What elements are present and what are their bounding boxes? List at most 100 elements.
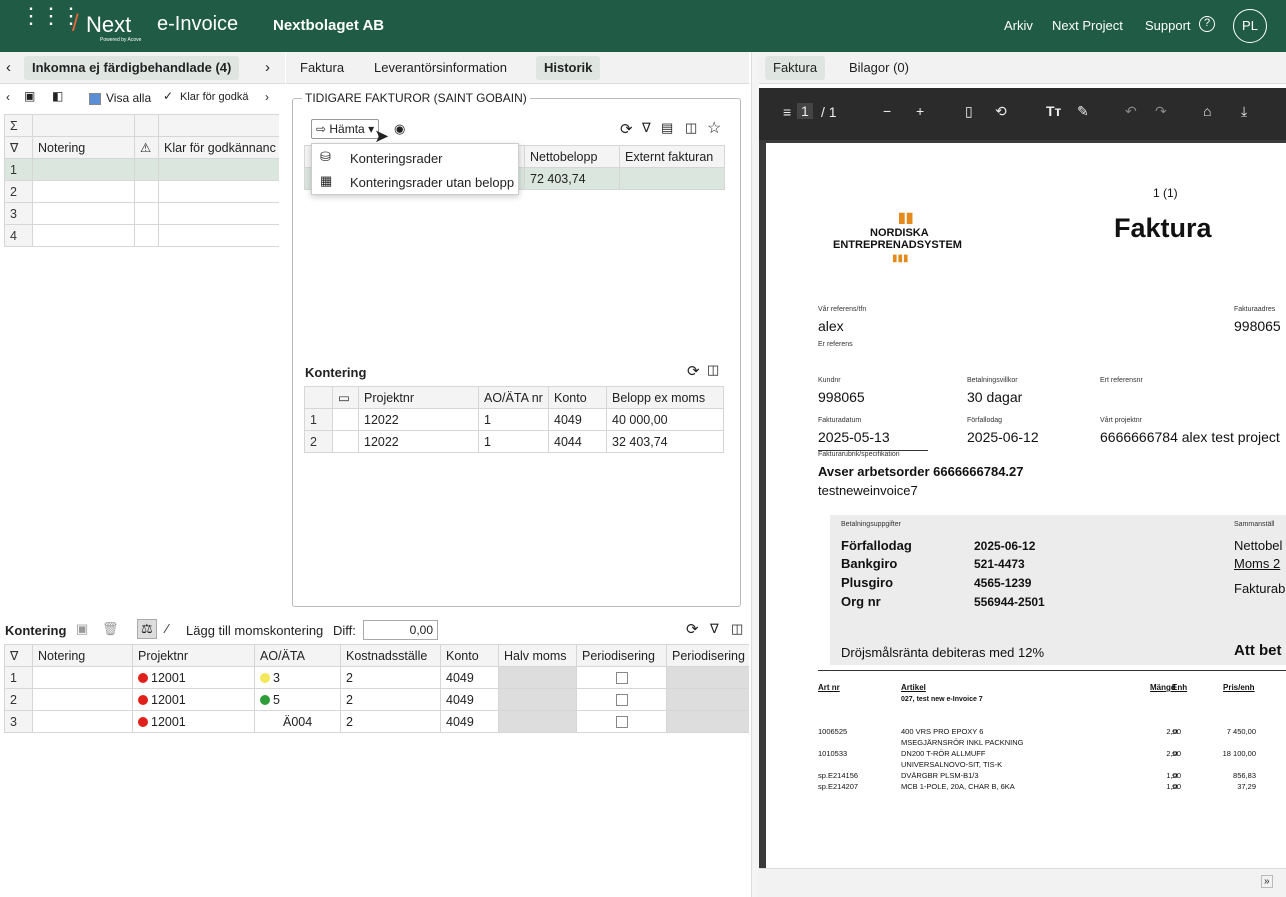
refresh-icon[interactable]: ⟳: [620, 120, 633, 138]
redo-icon[interactable]: ↷: [1155, 103, 1167, 120]
col-konto[interactable]: Konto: [548, 386, 607, 409]
discard-icon[interactable]: ◧: [52, 89, 63, 103]
save-icon[interactable]: ▣: [76, 621, 88, 637]
tab-inkomna[interactable]: Inkomna ej färdigbehandlade (4): [24, 56, 240, 80]
chevron-left-icon[interactable]: ‹: [6, 59, 11, 76]
label: Kundnr: [818, 377, 841, 384]
table-row[interactable]: 1 12001 3 2 4049: [4, 666, 749, 689]
tab-historik[interactable]: Historik: [536, 56, 601, 80]
pay-label: Bankgiro: [841, 556, 898, 571]
klar-label[interactable]: Klar för godkä: [180, 91, 248, 103]
save-icon[interactable]: ▣: [24, 89, 35, 103]
col-ao[interactable]: AO/ÄTA: [254, 644, 341, 667]
left-toolbar: ‹ ▣ ◧ Visa alla ✓ Klar för godkä ›: [0, 86, 285, 112]
menu-icon[interactable]: ≡: [783, 104, 791, 120]
magic-wand-icon[interactable]: ⁄: [166, 621, 168, 636]
col-periodisering[interactable]: Periodisering: [576, 644, 667, 667]
hamta-button[interactable]: ⇨ Hämta ▾: [311, 119, 380, 139]
refresh-icon[interactable]: ⟳: [687, 362, 700, 380]
table-row[interactable]: 2: [4, 180, 279, 203]
star-icon[interactable]: ☆: [707, 118, 721, 138]
nav-next-project[interactable]: Next Project: [1052, 18, 1123, 33]
table-row[interactable]: 4: [4, 224, 279, 247]
label: Betalningsvillkor: [967, 377, 1018, 384]
col-projektnr[interactable]: Projektnr: [358, 386, 479, 409]
expand-icon[interactable]: »: [1261, 875, 1273, 888]
table-row[interactable]: 3 12001 Ä004 2 4049: [4, 710, 749, 733]
nav-support[interactable]: Support: [1145, 18, 1191, 33]
draw-icon[interactable]: ✎: [1077, 103, 1089, 120]
periodisering-checkbox[interactable]: [615, 716, 628, 729]
note-icon[interactable]: ▭: [332, 386, 359, 409]
item-subheading: 027, test new e-Invoice 7: [901, 696, 983, 703]
refresh-icon[interactable]: ⟳: [686, 620, 699, 638]
col-ao[interactable]: AO/ÄTA nr: [478, 386, 549, 409]
tab-faktura[interactable]: Faktura: [292, 56, 352, 80]
filter-icon[interactable]: ∇: [4, 136, 33, 159]
value: 6666666784 alex test project: [1100, 429, 1280, 445]
page-input[interactable]: 1: [797, 103, 813, 119]
tab-leverantor[interactable]: Leverantörsinformation: [366, 56, 515, 80]
text-icon[interactable]: Tт: [1046, 103, 1061, 119]
visa-alla-checkbox[interactable]: [89, 91, 101, 105]
chevron-right-icon[interactable]: ›: [265, 59, 270, 76]
zoom-in-icon[interactable]: +: [916, 103, 924, 119]
filter-icon[interactable]: ∇: [642, 120, 651, 136]
check-icon[interactable]: ✓: [163, 89, 173, 103]
col-projektnr[interactable]: Projektnr: [132, 644, 255, 667]
help-icon[interactable]: ?: [1199, 16, 1215, 32]
bottom-kontering-title: Kontering: [5, 623, 67, 638]
menu-item-utan-belopp[interactable]: ▦ Konteringsrader utan belopp: [312, 171, 518, 193]
table-row[interactable]: 3: [4, 202, 279, 225]
undo-icon[interactable]: ↶: [1125, 103, 1137, 120]
col-kostnadsstalle[interactable]: Kostnadsställe: [340, 644, 441, 667]
table-row[interactable]: 2 12001 5 2 4049: [4, 688, 749, 711]
table-row[interactable]: 2 12022 1 4044 32 403,74: [304, 430, 724, 453]
col-halv-moms[interactable]: Halv moms: [498, 644, 577, 667]
col-konto[interactable]: Konto: [440, 644, 499, 667]
highlight-icon[interactable]: ⌂: [1203, 103, 1211, 119]
periodisering-checkbox[interactable]: [615, 672, 628, 685]
brand-name[interactable]: Next: [86, 12, 131, 38]
chevron-right-icon[interactable]: ›: [265, 90, 269, 104]
col-nettobelopp[interactable]: Nettobelopp: [524, 145, 620, 168]
periodisering-checkbox[interactable]: [615, 694, 628, 707]
warning-icon[interactable]: ⚠: [134, 136, 159, 159]
col-notering[interactable]: Notering: [32, 136, 135, 159]
menu-item-konteringsrader[interactable]: ⛁ Konteringsrader: [312, 147, 518, 169]
columns-icon[interactable]: ◫: [731, 621, 743, 637]
avatar[interactable]: PL: [1233, 9, 1267, 43]
invoice-line-cell: sp.E214156: [818, 771, 859, 780]
tab-bilagor[interactable]: Bilagor (0): [841, 56, 917, 80]
excel-icon[interactable]: ▤: [661, 120, 673, 136]
tab-faktura-pdf[interactable]: Faktura: [765, 56, 826, 80]
diff-input[interactable]: 0,00: [363, 620, 438, 640]
download-icon[interactable]: ⤓: [1241, 103, 1247, 120]
filter-icon[interactable]: ∇: [710, 621, 719, 637]
columns-icon[interactable]: ◫: [685, 120, 697, 136]
col-externt[interactable]: Externt fakturan: [619, 145, 725, 168]
add-momskontering-button[interactable]: Lägg till momskontering: [186, 623, 323, 638]
trash-icon[interactable]: 🗑: [102, 621, 119, 637]
visa-alla-label: Visa alla: [106, 91, 152, 105]
pay-value: 521-4473: [974, 557, 1025, 571]
invoice-line-cell: 37,29: [1237, 782, 1256, 791]
filter-icon[interactable]: ∇: [4, 644, 33, 667]
rotate-icon[interactable]: ⟲: [995, 103, 1007, 120]
table-row[interactable]: 1 12022 1 4049 40 000,00: [304, 408, 724, 431]
fit-page-icon[interactable]: ▯: [965, 103, 973, 120]
col-periodisering-2[interactable]: Periodisering: [666, 644, 749, 667]
apps-grid-icon[interactable]: ⋮⋮⋮: [20, 5, 82, 27]
nav-arkiv[interactable]: Arkiv: [1004, 18, 1033, 33]
eye-icon[interactable]: ◉: [394, 121, 405, 137]
zoom-out-icon[interactable]: −: [883, 103, 891, 119]
col-belopp[interactable]: Belopp ex moms: [606, 386, 724, 409]
table-row[interactable]: 1: [4, 158, 279, 181]
col-klar[interactable]: Klar för godkännanc: [158, 136, 279, 159]
splitter[interactable]: [751, 52, 759, 897]
sigma-icon[interactable]: Σ: [4, 114, 33, 137]
chevron-left-icon[interactable]: ‹: [6, 90, 10, 104]
columns-icon[interactable]: ◫: [707, 362, 719, 378]
col-notering[interactable]: Notering: [32, 644, 133, 667]
balance-icon[interactable]: ⚖: [137, 619, 157, 639]
